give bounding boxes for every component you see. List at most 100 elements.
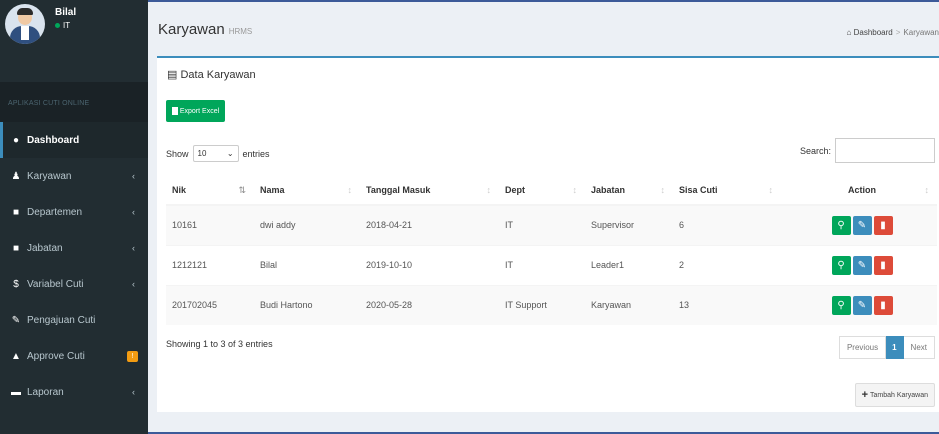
sidebar-item-label: Pengajuan Cuti (27, 314, 96, 326)
export-excel-button[interactable]: Export Excel (166, 100, 225, 122)
user-panel: Bilal IT (0, 0, 148, 48)
sort-icon: ⇅ (238, 184, 246, 195)
page-1-button[interactable]: 1 (886, 336, 904, 359)
sidebar-item-laporan[interactable]: ▬ Laporan ‹ (0, 374, 148, 410)
notification-badge: ! (127, 350, 138, 362)
entries-select[interactable]: 10 ⌄ (192, 145, 239, 162)
table-cell: Supervisor (585, 204, 673, 245)
table-cell: 201702045 (166, 284, 254, 325)
breadcrumb-separator: > (895, 28, 901, 37)
column-header-jabatan[interactable]: Jabatan ↕ (585, 175, 673, 206)
delete-button[interactable]: ▮ (873, 295, 893, 315)
column-header-tanggal-masuk[interactable]: Tanggal Masuk ↕ (360, 175, 499, 206)
table-cell: IT Support (499, 284, 585, 325)
plus-icon: + (861, 389, 869, 401)
user-status-text: IT (63, 21, 71, 30)
table-body: 10161 dwi addy 2018-04-21 IT Supervisor 6 ⚲ ✎ ▮ 1… (166, 204, 937, 325)
document-icon: ▤ (167, 69, 181, 81)
next-button[interactable]: Next (903, 336, 935, 359)
trash-icon: ▮ (880, 219, 886, 231)
previous-button[interactable]: Previous (838, 336, 887, 359)
edit-icon: ✎ (11, 314, 21, 326)
breadcrumb-current: Karyawan (903, 28, 939, 37)
breadcrumb: ⌂ Dashboard > Karyawan (847, 28, 939, 37)
column-header-label: Sisa Cuti (679, 184, 718, 195)
search-input[interactable] (835, 138, 935, 163)
edit-button[interactable]: ✎ (852, 215, 872, 235)
page-subtitle: HRMS (228, 27, 253, 36)
search-icon: ⚲ (837, 299, 845, 311)
entries-label: entries (242, 148, 270, 159)
table-cell: 10161 (166, 204, 254, 245)
table-cell: 2018-04-21 (360, 204, 499, 245)
sidebar-item-karyawan[interactable]: ♟ Karyawan ‹ (0, 158, 148, 194)
table-cell: dwi addy (254, 204, 360, 245)
delete-button[interactable]: ▮ (873, 255, 893, 275)
entries-control: Show 10 ⌄ entries (166, 145, 270, 162)
sidebar-item-approve-cuti[interactable]: ▲ Approve Cuti! (0, 338, 148, 374)
column-header-sisa-cuti[interactable]: Sisa Cuti ↕ (673, 175, 781, 206)
table-row: 201702045 Budi Hartono 2020-05-28 IT Suppor… (166, 284, 937, 325)
sidebar-item-jabatan[interactable]: ■ Jabatan ‹ (0, 230, 148, 266)
table-header-row: Nik ⇅ Nama ↕ Tanggal Masuk ↕ Dept ↕ Jabatan ↕ Sisa… (166, 175, 937, 206)
sidebar-menu: ● Dashboard ♟ Karyawan ‹ ■ Departemen ‹ ■ Jabatan… (0, 122, 148, 410)
page-title-text: Karyawan (158, 21, 225, 38)
box-title-text: Data Karyawan (180, 69, 256, 81)
user-icon: ♟ (11, 170, 21, 182)
action-cell: ⚲ ✎ ▮ (781, 244, 937, 285)
table-cell: Bilal (254, 244, 360, 285)
table-cell: 2019-10-10 (360, 244, 499, 285)
sort-icon: ↕ (347, 184, 353, 195)
edit-button[interactable]: ✎ (852, 295, 872, 315)
sidebar-item-label: Karyawan (27, 170, 72, 182)
sort-icon: ↕ (924, 184, 930, 195)
column-header-label: Nama (260, 184, 285, 195)
column-header-label: Dept (505, 184, 525, 195)
employee-table: Nik ⇅ Nama ↕ Tanggal Masuk ↕ Dept ↕ Jabatan ↕ Sisa… (166, 175, 937, 325)
export-excel-label: Export Excel (179, 107, 220, 115)
trash-icon: ▮ (880, 299, 886, 311)
sidebar-item-departemen[interactable]: ■ Departemen ‹ (0, 194, 148, 230)
sort-icon: ↕ (572, 184, 578, 195)
sidebar-item-pengajuan-cuti[interactable]: ✎ Pengajuan Cuti (0, 302, 148, 338)
column-header-dept[interactable]: Dept ↕ (499, 175, 585, 206)
avatar (5, 4, 45, 44)
table-cell: IT (499, 204, 585, 245)
table-info: Showing 1 to 3 of 3 entries (166, 339, 273, 349)
column-header-action[interactable]: Action ↕ (781, 175, 937, 206)
action-cell: ⚲ ✎ ▮ (781, 204, 937, 245)
lock-icon: ▲ (11, 350, 21, 362)
add-employee-label: Tambah Karyawan (870, 391, 928, 399)
sidebar-item-label: Jabatan (27, 242, 63, 254)
edit-button[interactable]: ✎ (852, 255, 872, 275)
content-header: Karyawan HRMS ⌂ Dashboard > Karyawan (148, 2, 939, 56)
column-header-label: Action (848, 184, 876, 195)
sort-icon: ↕ (486, 184, 492, 195)
column-header-label: Jabatan (591, 184, 626, 195)
box-title: ▤ Data Karyawan (167, 68, 256, 81)
column-header-nik[interactable]: Nik ⇅ (166, 175, 254, 206)
search-icon: ⚲ (837, 259, 845, 271)
entries-value: 10 (197, 149, 207, 158)
sidebar-item-label: Laporan (27, 386, 64, 398)
delete-button[interactable]: ▮ (873, 215, 893, 235)
view-button[interactable]: ⚲ (831, 255, 851, 275)
table-cell: Leader1 (585, 244, 673, 285)
add-employee-button[interactable]: + Tambah Karyawan (854, 383, 935, 407)
column-header-label: Nik (172, 184, 187, 195)
edit-icon: ✎ (857, 219, 867, 231)
table-cell: 2020-05-28 (360, 284, 499, 325)
sidebar-item-dashboard[interactable]: ● Dashboard (0, 122, 148, 158)
sidebar: Bilal IT APLIKASI CUTI ONLINE ● Dashboard… (0, 0, 148, 434)
view-button[interactable]: ⚲ (831, 215, 851, 235)
chevron-left-icon: ‹ (132, 387, 135, 397)
search-label: Search: (799, 145, 831, 156)
sidebar-item-variabel-cuti[interactable]: $ Variabel Cuti ‹ (0, 266, 148, 302)
sidebar-item-label: Dashboard (27, 134, 80, 146)
sort-icon: ↕ (660, 184, 666, 195)
view-button[interactable]: ⚲ (831, 295, 851, 315)
table-cell: 13 (673, 284, 781, 325)
breadcrumb-home[interactable]: Dashboard (854, 28, 893, 37)
column-header-nama[interactable]: Nama ↕ (254, 175, 360, 206)
search-control: Search: (800, 138, 935, 163)
